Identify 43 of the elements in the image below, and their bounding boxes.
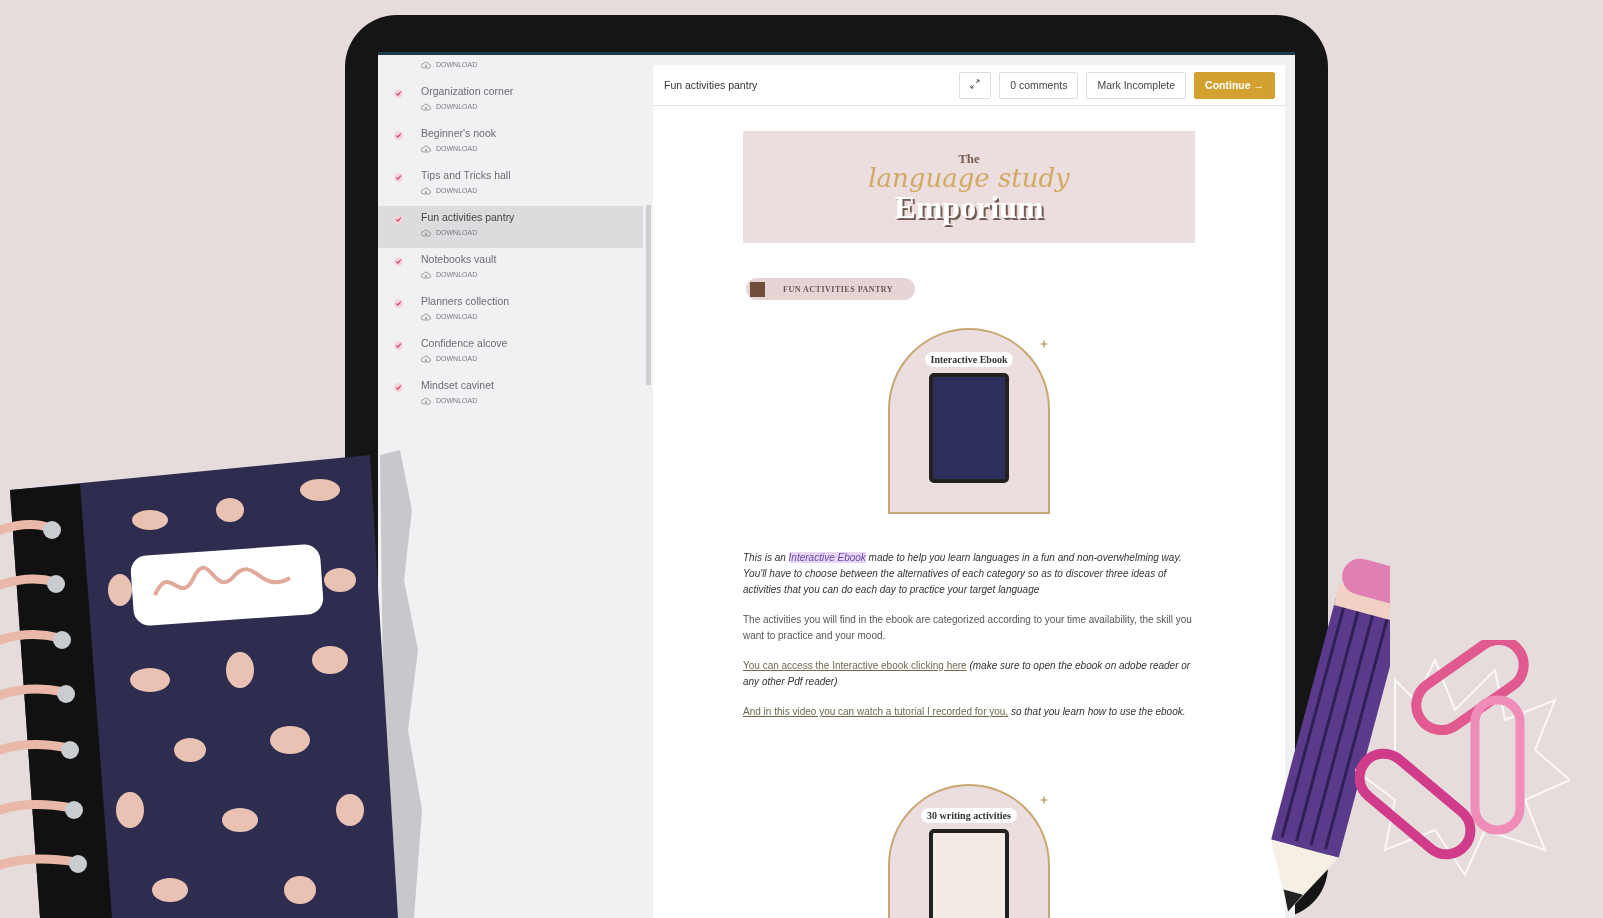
cloud-download-icon [421,354,431,363]
mark-incomplete-button[interactable]: Mark Incomplete [1086,71,1187,99]
lesson-title: Tips and Tricks hall [421,168,511,183]
section-label: FUN ACTIVITIES PANTRY [746,278,916,300]
ebook-card: 30 writing activities [888,784,1050,918]
text-link[interactable]: And in this video you can watch a tutorial I recorded for you, [743,706,1009,717]
banner-script-text: language study [868,164,1070,191]
check-icon [394,173,403,182]
cloud-download-icon [421,312,431,321]
description-text: The activities you will find in the ebook are categorized according to your time availability, the skill you want to practice and your mood. [743,613,1193,643]
check-icon [394,89,403,98]
banner-text: The [958,151,980,165]
check-icon [394,383,403,392]
text-link[interactable]: You can access the Interactive ebook clicking here [743,660,967,671]
cloud-download-icon [421,144,431,153]
cloud-download-icon [421,60,431,69]
lesson-title: Notebooks vault [421,252,497,267]
lesson-title: Confidence alcove [421,336,508,351]
lesson-title: Organization corner [421,84,514,99]
lesson-title: Mindset cavinet [421,378,494,393]
check-icon [394,341,403,350]
scrollbar[interactable] [646,205,651,385]
lesson-title: Planners collection [421,294,510,309]
lesson-title: Beginner's nook [421,126,496,141]
lesson-title: Fun activities pantry [421,210,515,225]
link-paragraph: And in this video you can watch a tutorial I recorded for you, so that you learn how to use the ebook. [743,705,1187,719]
check-icon [394,131,403,140]
photo-placeholder [750,281,765,297]
ebook-card: Interactive Ebook [888,328,1050,514]
cloud-download-icon [421,102,431,111]
cloud-download-icon [421,270,431,279]
check-icon [394,215,403,224]
cloud-download-icon [421,228,431,237]
comments-button[interactable]: 0 comments [999,71,1079,99]
cloud-download-icon [421,186,431,195]
link-paragraph: You can access the Interactive ebook clicking here (make sure to open the ebook on adobe reader or any other Pdf reader) [743,659,1192,689]
fullscreen-button[interactable] [959,71,992,99]
cloud-download-icon [421,396,431,405]
check-icon [394,257,403,266]
check-icon [394,299,403,308]
expand-icon [970,79,981,89]
description-text: This is an Interactive Ebook made to help you learn languages in a fun and non-overwhelming way. You'll have to choose between the alternatives of each category so as to discover three ideas of activities that you can do each day to practice your target language [743,551,1183,597]
lesson-title: Fun activities pantry [664,79,759,91]
